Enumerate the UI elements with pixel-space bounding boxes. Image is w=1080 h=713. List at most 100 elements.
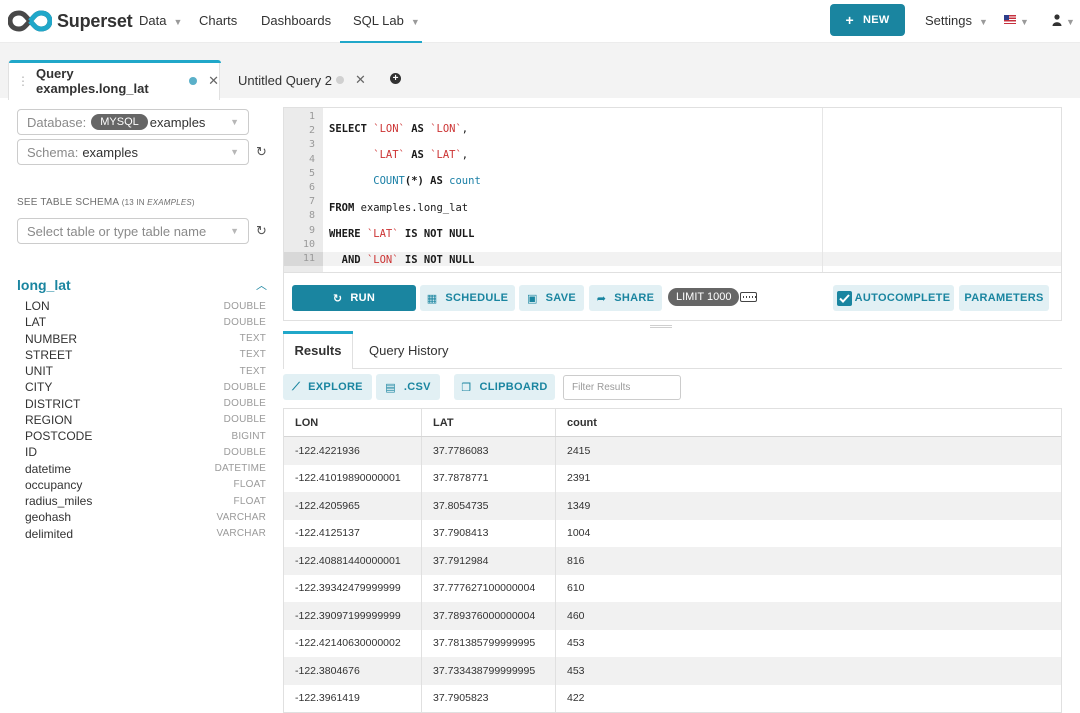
- column-type: TEXT: [239, 349, 266, 361]
- column-type: DOUBLE: [223, 381, 266, 393]
- tab-untitled-query-2[interactable]: Untitled Query 2 ✕: [238, 60, 366, 100]
- schema-select[interactable]: Schema: examples ▼: [17, 139, 249, 165]
- table-name[interactable]: long_lat: [17, 277, 71, 293]
- clipboard-button[interactable]: ❐ CLIPBOARD: [454, 374, 555, 400]
- query-status-dot: [335, 76, 344, 84]
- nav-charts[interactable]: Charts: [199, 13, 237, 28]
- filter-results-input[interactable]: Filter Results: [563, 375, 681, 400]
- table-cell: -122.4205965: [284, 492, 422, 520]
- column-type: DOUBLE: [223, 446, 266, 458]
- table-column-row: UNIT TEXT: [25, 363, 266, 379]
- table-row: -122.41019890000001 37.7878771 2391: [284, 464, 1061, 492]
- table-row: -122.3804676 37.733438799999995 453: [284, 657, 1061, 685]
- table-cell: 37.7905823: [422, 684, 556, 712]
- database-select[interactable]: Database: MYSQL examples ▼: [17, 109, 249, 135]
- run-button[interactable]: ↻ RUN: [292, 285, 416, 311]
- database-engine-badge: MYSQL: [91, 114, 148, 130]
- share-icon: ➦: [596, 292, 607, 305]
- results-tabs-divider: [352, 368, 1062, 369]
- autocomplete-toggle[interactable]: AUTOCOMPLETE: [833, 285, 954, 311]
- column-type: DOUBLE: [223, 398, 266, 410]
- table-cell: 816: [567, 554, 585, 567]
- table-column-row: geohash VARCHAR: [25, 509, 266, 525]
- column-name: LAT: [25, 315, 47, 330]
- chevron-down-icon: ▼: [230, 226, 239, 236]
- table-cell: 37.781385799999995: [422, 629, 556, 657]
- tab-label: Untitled Query 2: [238, 72, 332, 88]
- table-column-row: occupancy FLOAT: [25, 477, 266, 493]
- nav-sql-lab[interactable]: SQL Lab ▼: [353, 13, 420, 28]
- column-header[interactable]: count: [556, 409, 1061, 436]
- csv-button[interactable]: ▤ .CSV: [376, 374, 440, 400]
- close-icon[interactable]: ✕: [208, 73, 219, 89]
- tab-query-long-lat[interactable]: ⋮ Query examples.long_lat ✕: [8, 60, 221, 100]
- save-button[interactable]: ▣ SAVE: [519, 285, 584, 311]
- table-column-row: STREET TEXT: [25, 347, 266, 363]
- nav-dashboards[interactable]: Dashboards: [261, 13, 331, 28]
- new-button[interactable]: + NEW: [830, 4, 905, 36]
- table-cell: 37.733438799999995: [422, 657, 556, 685]
- table-cell: 37.7908413: [422, 519, 556, 547]
- line-chart-icon: ⟋: [292, 380, 301, 393]
- chevron-up-icon[interactable]: ︿: [256, 277, 267, 293]
- tab-query-history[interactable]: Query History: [369, 331, 448, 369]
- user-caret[interactable]: ▼: [1066, 13, 1075, 28]
- keyboard-shortcuts-icon[interactable]: [740, 292, 757, 302]
- drag-handle-icon[interactable]: ⋮: [17, 74, 29, 88]
- tab-results[interactable]: Results: [283, 331, 353, 369]
- refresh-tables-icon[interactable]: ↻: [256, 223, 267, 239]
- calendar-icon: ▦: [426, 292, 438, 305]
- save-icon: ▣: [526, 292, 538, 305]
- column-name: NUMBER: [25, 331, 78, 346]
- query-status-dot: [189, 76, 198, 85]
- column-type: VARCHAR: [216, 528, 266, 540]
- column-header[interactable]: LAT: [422, 409, 556, 436]
- table-cell: 37.7878771: [422, 464, 556, 492]
- table-cell: -122.4221936: [284, 437, 422, 465]
- explore-button[interactable]: ⟋ EXPLORE: [283, 374, 372, 400]
- file-icon: ▤: [385, 381, 396, 394]
- column-type: VARCHAR: [216, 511, 266, 523]
- sql-code[interactable]: SELECT `LON` AS `LON`, `LAT` AS `LAT`, C…: [329, 110, 481, 272]
- settings-menu[interactable]: Settings ▼: [925, 13, 988, 28]
- user-icon[interactable]: [1052, 14, 1062, 26]
- parameters-button[interactable]: PARAMETERS: [959, 285, 1049, 311]
- column-type: DATETIME: [214, 463, 266, 475]
- column-name: CITY: [25, 380, 53, 395]
- chevron-down-icon: ▼: [978, 17, 988, 27]
- table-row: -122.4221936 37.7786083 2415: [284, 437, 1061, 465]
- schedule-button[interactable]: ▦ SCHEDULE: [420, 285, 515, 311]
- sql-editor[interactable]: 1 2 3 4 5 6 7 8 9 10 11 SELECT `LON` AS `LON`, `LA…: [283, 107, 1062, 273]
- nav-data[interactable]: Data ▼: [139, 13, 182, 28]
- table-column-row: datetime DATETIME: [25, 461, 266, 477]
- limit-dropdown[interactable]: LIMIT 1000: [668, 288, 740, 306]
- column-name: delimited: [25, 526, 74, 541]
- table-cell: 422: [567, 692, 585, 705]
- brand-logo[interactable]: Superset: [8, 9, 133, 33]
- top-navbar: Superset Data ▼ Charts Dashboards SQL Lab…: [0, 0, 1080, 43]
- share-button[interactable]: ➦ SHARE: [589, 285, 662, 311]
- add-tab-icon[interactable]: +: [390, 73, 401, 84]
- refresh-icon: ↻: [332, 292, 343, 305]
- resize-handle[interactable]: [650, 325, 672, 328]
- column-name: UNIT: [25, 364, 53, 379]
- column-type: DOUBLE: [223, 414, 266, 426]
- table-row: -122.39342479999999 37.777627100000004 610: [284, 574, 1061, 602]
- refresh-schema-icon[interactable]: ↻: [256, 144, 267, 160]
- table-cell: 37.7912984: [422, 547, 556, 575]
- column-name: REGION: [25, 412, 73, 427]
- table-select[interactable]: Select table or type table name ▼: [17, 218, 249, 244]
- column-name: occupancy: [25, 477, 83, 492]
- language-caret[interactable]: ▼: [1020, 13, 1029, 28]
- us-flag-icon[interactable]: [1004, 15, 1016, 24]
- column-header[interactable]: LON: [284, 409, 422, 436]
- table-column-row: REGION DOUBLE: [25, 412, 266, 428]
- table-cell: 453: [567, 664, 585, 677]
- plus-icon: +: [845, 12, 854, 28]
- table-header-row: LON LAT count: [284, 409, 1061, 437]
- database-label: Database:: [27, 114, 87, 130]
- checkbox-checked-icon[interactable]: [836, 290, 852, 306]
- close-icon[interactable]: ✕: [355, 72, 366, 88]
- column-type: FLOAT: [233, 479, 266, 491]
- table-column-row: POSTCODE BIGINT: [25, 428, 266, 444]
